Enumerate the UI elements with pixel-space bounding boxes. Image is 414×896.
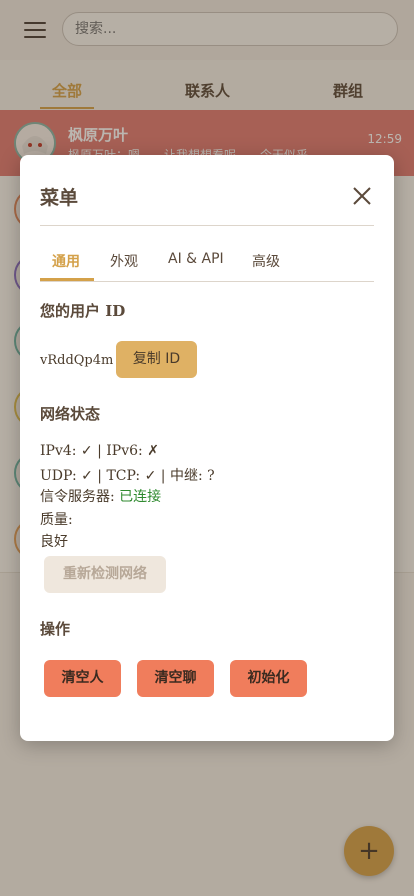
close-icon[interactable] <box>352 186 372 206</box>
signal-server-label: 信令服务器: <box>40 489 120 505</box>
network-status-title: 网络状态 <box>40 405 101 423</box>
quality-value: 良好 <box>40 534 68 550</box>
actions-title: 操作 <box>40 620 71 638</box>
copy-id-button[interactable]: 复制 ID <box>116 341 197 378</box>
modal-title: 菜单 <box>40 187 79 209</box>
user-id-title: 您的用户 ID <box>40 302 126 320</box>
tab-ai-api[interactable]: AI & API <box>168 251 224 267</box>
divider <box>40 225 374 226</box>
signal-server-value: 已连接 <box>119 489 162 505</box>
tab-appearance[interactable]: 外观 <box>110 251 138 271</box>
menu-modal: 菜单 通用 外观 AI & API 高级 您的用户 ID vRddQp4m 复制… <box>20 155 394 741</box>
tab-general[interactable]: 通用 <box>52 251 80 271</box>
protocol-status: UDP: ✓ | TCP: ✓ | 中继: ? <box>40 468 215 484</box>
quality-label: 质量: <box>40 512 73 528</box>
signal-server-status: 信令服务器: 已连接 <box>40 486 161 506</box>
ip-status: IPv4: ✓ | IPv6: ✗ <box>40 443 159 459</box>
divider <box>40 281 374 282</box>
tab-advanced[interactable]: 高级 <box>252 251 280 271</box>
recheck-network-button[interactable]: 重新检测网络 <box>44 556 166 593</box>
initialize-button[interactable]: 初始化 <box>230 660 307 697</box>
clear-chats-button[interactable]: 清空聊 <box>137 660 214 697</box>
clear-contacts-button[interactable]: 清空人 <box>44 660 121 697</box>
user-id-value: vRddQp4m <box>40 353 114 368</box>
